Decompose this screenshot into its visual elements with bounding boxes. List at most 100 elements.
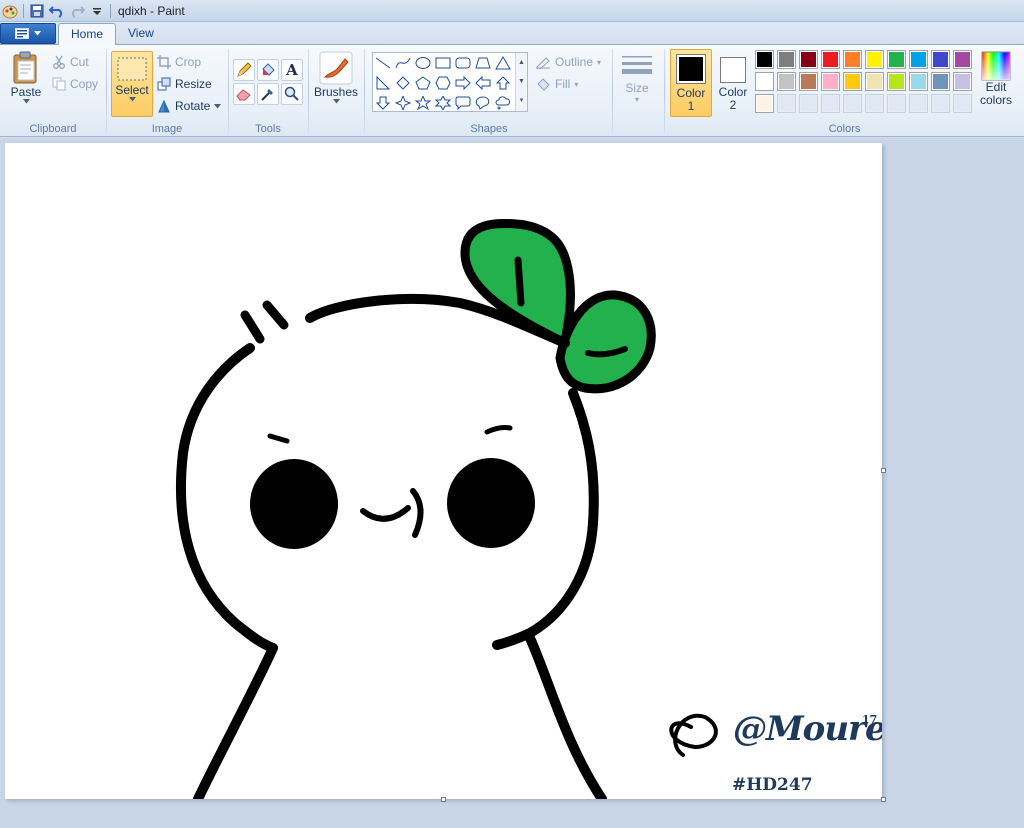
redo-icon[interactable] <box>67 2 87 20</box>
resize-button[interactable]: Resize <box>157 75 212 93</box>
line-shape[interactable] <box>373 53 393 73</box>
line-icon <box>375 57 391 69</box>
cut-button[interactable]: Cut <box>52 53 89 71</box>
pencil-tool[interactable] <box>233 59 255 81</box>
rounded-rectangle-shape[interactable] <box>453 53 473 73</box>
save-icon[interactable] <box>27 2 47 20</box>
canvas-resize-handle-bottom[interactable] <box>441 797 446 802</box>
title-bar: qdixh - Paint <box>0 0 1024 22</box>
palette-color-17[interactable] <box>909 72 928 91</box>
up-arrow-shape[interactable] <box>493 73 513 93</box>
palette-color-19[interactable] <box>953 72 972 91</box>
triangle-shape[interactable] <box>493 53 513 73</box>
fill-button[interactable]: Fill ▾ <box>535 75 578 93</box>
six-point-star-shape[interactable] <box>433 93 453 113</box>
five-point-star-icon <box>415 96 431 110</box>
rounded-callout-shape[interactable] <box>453 93 473 113</box>
palette-color-fill <box>867 52 882 67</box>
palette-color-4[interactable] <box>843 50 862 69</box>
palette-color-25[interactable] <box>865 94 884 113</box>
cloud-callout-shape[interactable] <box>493 93 513 113</box>
palette-color-18[interactable] <box>931 72 950 91</box>
palette-color-5[interactable] <box>865 50 884 69</box>
colors-group-label: Colors <box>828 123 861 135</box>
hexagon-shape[interactable] <box>433 73 453 93</box>
palette-color-0[interactable] <box>755 50 774 69</box>
palette-color-20[interactable] <box>755 94 774 113</box>
palette-color-26[interactable] <box>887 94 906 113</box>
color2-selector[interactable]: Color 2 <box>712 49 754 117</box>
palette-color-14[interactable] <box>843 72 862 91</box>
crop-button[interactable]: Crop <box>157 53 201 71</box>
right-triangle-shape[interactable] <box>373 73 393 93</box>
palette-color-27[interactable] <box>909 94 928 113</box>
palette-color-24[interactable] <box>843 94 862 113</box>
canvas-resize-handle-right[interactable] <box>881 468 886 473</box>
tab-view[interactable]: View <box>116 23 166 46</box>
triangle-icon <box>495 56 511 70</box>
palette-color-23[interactable] <box>821 94 840 113</box>
paint-app-icon[interactable] <box>0 2 20 20</box>
edit-colors-button[interactable]: Edit colors <box>977 51 1015 106</box>
palette-color-2[interactable] <box>799 50 818 69</box>
paint-menu-button[interactable] <box>0 23 56 44</box>
canvas-workspace[interactable]: @Moure 17 #HD247 <box>0 138 1024 828</box>
canvas-resize-handle-corner[interactable] <box>881 797 886 802</box>
pentagon-shape[interactable] <box>413 73 433 93</box>
fill-label: Fill <box>555 77 571 91</box>
scroll-up-icon[interactable]: ▲ <box>516 53 527 72</box>
palette-color-10[interactable] <box>755 72 774 91</box>
drawing-canvas[interactable]: @Moure 17 #HD247 <box>5 143 882 799</box>
palette-color-15[interactable] <box>865 72 884 91</box>
eraser-tool[interactable] <box>233 83 255 105</box>
palette-color-12[interactable] <box>799 72 818 91</box>
right-arrow-shape[interactable] <box>453 73 473 93</box>
palette-color-28[interactable] <box>931 94 950 113</box>
palette-color-22[interactable] <box>799 94 818 113</box>
palette-color-fill <box>889 96 904 111</box>
palette-color-7[interactable] <box>909 50 928 69</box>
diamond-shape[interactable] <box>393 73 413 93</box>
four-point-star-shape[interactable] <box>393 93 413 113</box>
color1-selector[interactable]: Color 1 <box>670 49 712 117</box>
oval-shape[interactable] <box>413 53 433 73</box>
copy-button[interactable]: Copy <box>52 75 98 93</box>
color1-number: 1 <box>687 99 695 113</box>
palette-color-13[interactable] <box>821 72 840 91</box>
shapes-scroll[interactable]: ▲ ▼ ▾ <box>515 53 527 111</box>
palette-color-fill <box>757 96 772 111</box>
five-point-star-shape[interactable] <box>413 93 433 113</box>
rectangle-shape[interactable] <box>433 53 453 73</box>
undo-icon[interactable] <box>47 2 67 20</box>
select-button[interactable]: Select <box>111 51 153 117</box>
polygon-shape[interactable] <box>473 53 493 73</box>
scroll-down-icon[interactable]: ▼ <box>516 72 527 91</box>
down-arrow-shape[interactable] <box>373 93 393 113</box>
text-tool[interactable]: A <box>281 59 303 81</box>
brushes-button[interactable]: Brushes <box>313 51 359 104</box>
gallery-expand-icon[interactable]: ▾ <box>516 91 527 110</box>
tab-home[interactable]: Home <box>58 23 117 46</box>
palette-color-9[interactable] <box>953 50 972 69</box>
tools-grid: A <box>233 59 303 105</box>
rotate-button[interactable]: Rotate <box>157 97 222 115</box>
palette-color-21[interactable] <box>777 94 796 113</box>
palette-color-3[interactable] <box>821 50 840 69</box>
curve-shape[interactable] <box>393 53 413 73</box>
oval-callout-shape[interactable] <box>473 93 493 113</box>
palette-color-11[interactable] <box>777 72 796 91</box>
palette-color-fill <box>867 96 882 111</box>
paste-button[interactable]: Paste <box>6 51 46 104</box>
size-button[interactable]: Size ▾ <box>618 53 656 104</box>
palette-color-6[interactable] <box>887 50 906 69</box>
palette-color-8[interactable] <box>931 50 950 69</box>
palette-color-16[interactable] <box>887 72 906 91</box>
left-arrow-shape[interactable] <box>473 73 493 93</box>
magnifier-tool[interactable] <box>281 83 303 105</box>
customize-toolbar-icon[interactable] <box>87 2 107 20</box>
color-picker-tool[interactable] <box>257 83 279 105</box>
fill-tool[interactable] <box>257 59 279 81</box>
palette-color-29[interactable] <box>953 94 972 113</box>
outline-button[interactable]: Outline ▾ <box>535 53 601 71</box>
palette-color-1[interactable] <box>777 50 796 69</box>
